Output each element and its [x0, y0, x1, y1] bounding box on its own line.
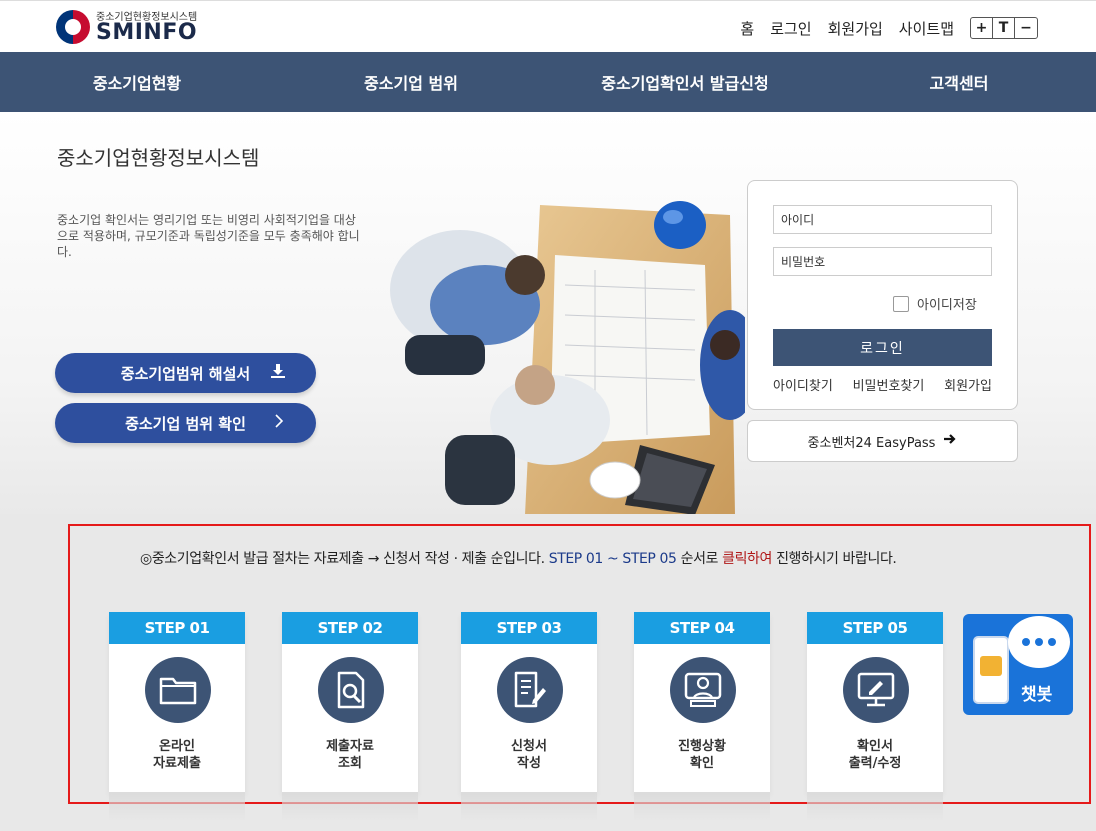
step-label-line1: 제출자료: [326, 739, 374, 754]
password-input[interactable]: [773, 247, 992, 276]
hero-section: 중소기업현황정보시스템 중소기업 확인서는 영리기업 또는 비영리 사회적기업을…: [0, 112, 1096, 514]
step-label: 확인서 출력/수정: [807, 738, 943, 772]
home-link[interactable]: 홈: [740, 18, 754, 39]
signup-link[interactable]: 회원가입: [828, 18, 883, 39]
easypass-button[interactable]: 중소벤처24 EasyPass: [747, 420, 1018, 462]
step-label: 제출자료 조회: [282, 738, 418, 772]
notice-click-emphasis: 클릭하여: [722, 551, 773, 567]
sitemap-link[interactable]: 사이트맵: [899, 18, 954, 39]
scope-guide-download-button[interactable]: 중소기업범위 해설서: [55, 353, 316, 393]
step-shadow: [807, 792, 943, 822]
nav-certificate-apply[interactable]: 중소기업확인서 발급신청: [548, 52, 822, 112]
nav-sme-status[interactable]: 중소기업현황: [0, 52, 274, 112]
logo[interactable]: 중소기업현황정보시스템 SMINFO: [56, 8, 206, 48]
font-size-controls: + T −: [970, 17, 1038, 39]
step-05-card[interactable]: STEP 05 확인서 출력/수정: [807, 612, 943, 792]
document-search-icon: [318, 657, 384, 723]
page-title: 중소기업현황정보시스템: [57, 146, 260, 170]
easypass-label: 중소벤처24 EasyPass: [807, 435, 936, 451]
find-password-link[interactable]: 비밀번호찾기: [853, 375, 925, 394]
step-label: 진행상황 확인: [634, 738, 770, 772]
hero-description: 중소기업 확인서는 영리기업 또는 비영리 사회적기업을 대상으로 적용하며, …: [57, 213, 360, 259]
user-id-input[interactable]: [773, 205, 992, 234]
header: 중소기업현황정보시스템 SMINFO 홈 로그인 회원가입 사이트맵 + T −: [0, 0, 1096, 52]
procedure-notice: ◎중소기업확인서 발급 절차는 자료제출 → 신청서 작성 · 제출 순입니다.…: [140, 548, 897, 568]
scope-check-label: 중소기업 범위 확인: [125, 414, 246, 433]
step-label-line2: 출력/수정: [848, 756, 902, 771]
step-label-line1: 신청서: [511, 739, 547, 754]
notice-part-1: ◎중소기업확인서 발급 절차는 자료제출 → 신청서 작성 · 제출 순입니다.: [140, 551, 549, 567]
step-label-line2: 작성: [517, 756, 541, 771]
folder-icon: [145, 657, 211, 723]
step-04-card[interactable]: STEP 04 진행상황 확인: [634, 612, 770, 792]
speech-bubble-icon: [1008, 616, 1070, 668]
nav-customer-center[interactable]: 고객센터: [822, 52, 1096, 112]
save-id-checkbox[interactable]: [893, 295, 909, 312]
monitor-user-icon: [670, 657, 736, 723]
notice-part-3: 순서로: [676, 551, 723, 567]
step-label-line1: 진행상황: [678, 739, 726, 754]
top-links: 홈 로그인 회원가입 사이트맵 + T −: [740, 17, 1038, 39]
step-title: STEP 02: [282, 612, 418, 644]
business-meeting-illustration: [390, 201, 745, 514]
login-panel: 아이디저장 로그인 아이디찾기 비밀번호찾기 회원가입: [747, 180, 1018, 410]
login-button[interactable]: 로그인: [773, 329, 992, 366]
document-edit-icon: [497, 657, 563, 723]
step-title: STEP 01: [109, 612, 245, 644]
chatbot-button[interactable]: 챗봇: [963, 614, 1073, 715]
robot-phone-icon: [973, 636, 1009, 704]
font-decrease-button[interactable]: −: [1015, 18, 1037, 38]
download-icon: [270, 363, 286, 383]
step-shadow: [461, 792, 597, 822]
step-02-card[interactable]: STEP 02 제출자료 조회: [282, 612, 418, 792]
step-title: STEP 04: [634, 612, 770, 644]
save-id-label: 아이디저장: [917, 298, 977, 313]
monitor-edit-icon: [843, 657, 909, 723]
main-nav: 중소기업현황 중소기업 범위 중소기업확인서 발급신청 고객센터: [0, 52, 1096, 112]
step-title: STEP 05: [807, 612, 943, 644]
chatbot-label: 챗봇: [1021, 685, 1053, 705]
taegeuk-logo-icon: [56, 10, 90, 44]
nav-sme-scope[interactable]: 중소기업 범위: [274, 52, 548, 112]
step-label-line2: 자료제출: [153, 756, 201, 771]
step-shadow: [109, 792, 245, 822]
font-reset-button[interactable]: T: [993, 18, 1015, 38]
step-title: STEP 03: [461, 612, 597, 644]
scope-check-button[interactable]: 중소기업 범위 확인: [55, 403, 316, 443]
arrow-right-icon: [943, 432, 957, 450]
save-id-option: 아이디저장: [893, 294, 977, 313]
login-links: 아이디찾기 비밀번호찾기 회원가입: [773, 375, 992, 394]
find-id-link[interactable]: 아이디찾기: [773, 375, 833, 394]
chevron-right-icon: [272, 413, 286, 433]
step-label: 온라인 자료제출: [109, 738, 245, 772]
login-link[interactable]: 로그인: [770, 18, 811, 39]
scope-guide-label: 중소기업범위 해설서: [120, 364, 251, 383]
font-increase-button[interactable]: +: [971, 18, 993, 38]
notice-steps-range: STEP 01 ~ STEP 05: [548, 551, 677, 567]
step-shadow: [282, 792, 418, 822]
step-shadow: [634, 792, 770, 822]
step-label: 신청서 작성: [461, 738, 597, 772]
step-01-card[interactable]: STEP 01 온라인 자료제출: [109, 612, 245, 792]
step-03-card[interactable]: STEP 03 신청서 작성: [461, 612, 597, 792]
logo-title: SMINFO: [96, 20, 198, 45]
signup-panel-link[interactable]: 회원가입: [944, 375, 992, 394]
step-label-line1: 확인서: [857, 739, 893, 754]
step-label-line2: 확인: [690, 756, 714, 771]
step-label-line1: 온라인: [159, 739, 195, 754]
step-label-line2: 조회: [338, 756, 362, 771]
notice-part-5: 진행하시기 바랍니다.: [772, 551, 897, 567]
